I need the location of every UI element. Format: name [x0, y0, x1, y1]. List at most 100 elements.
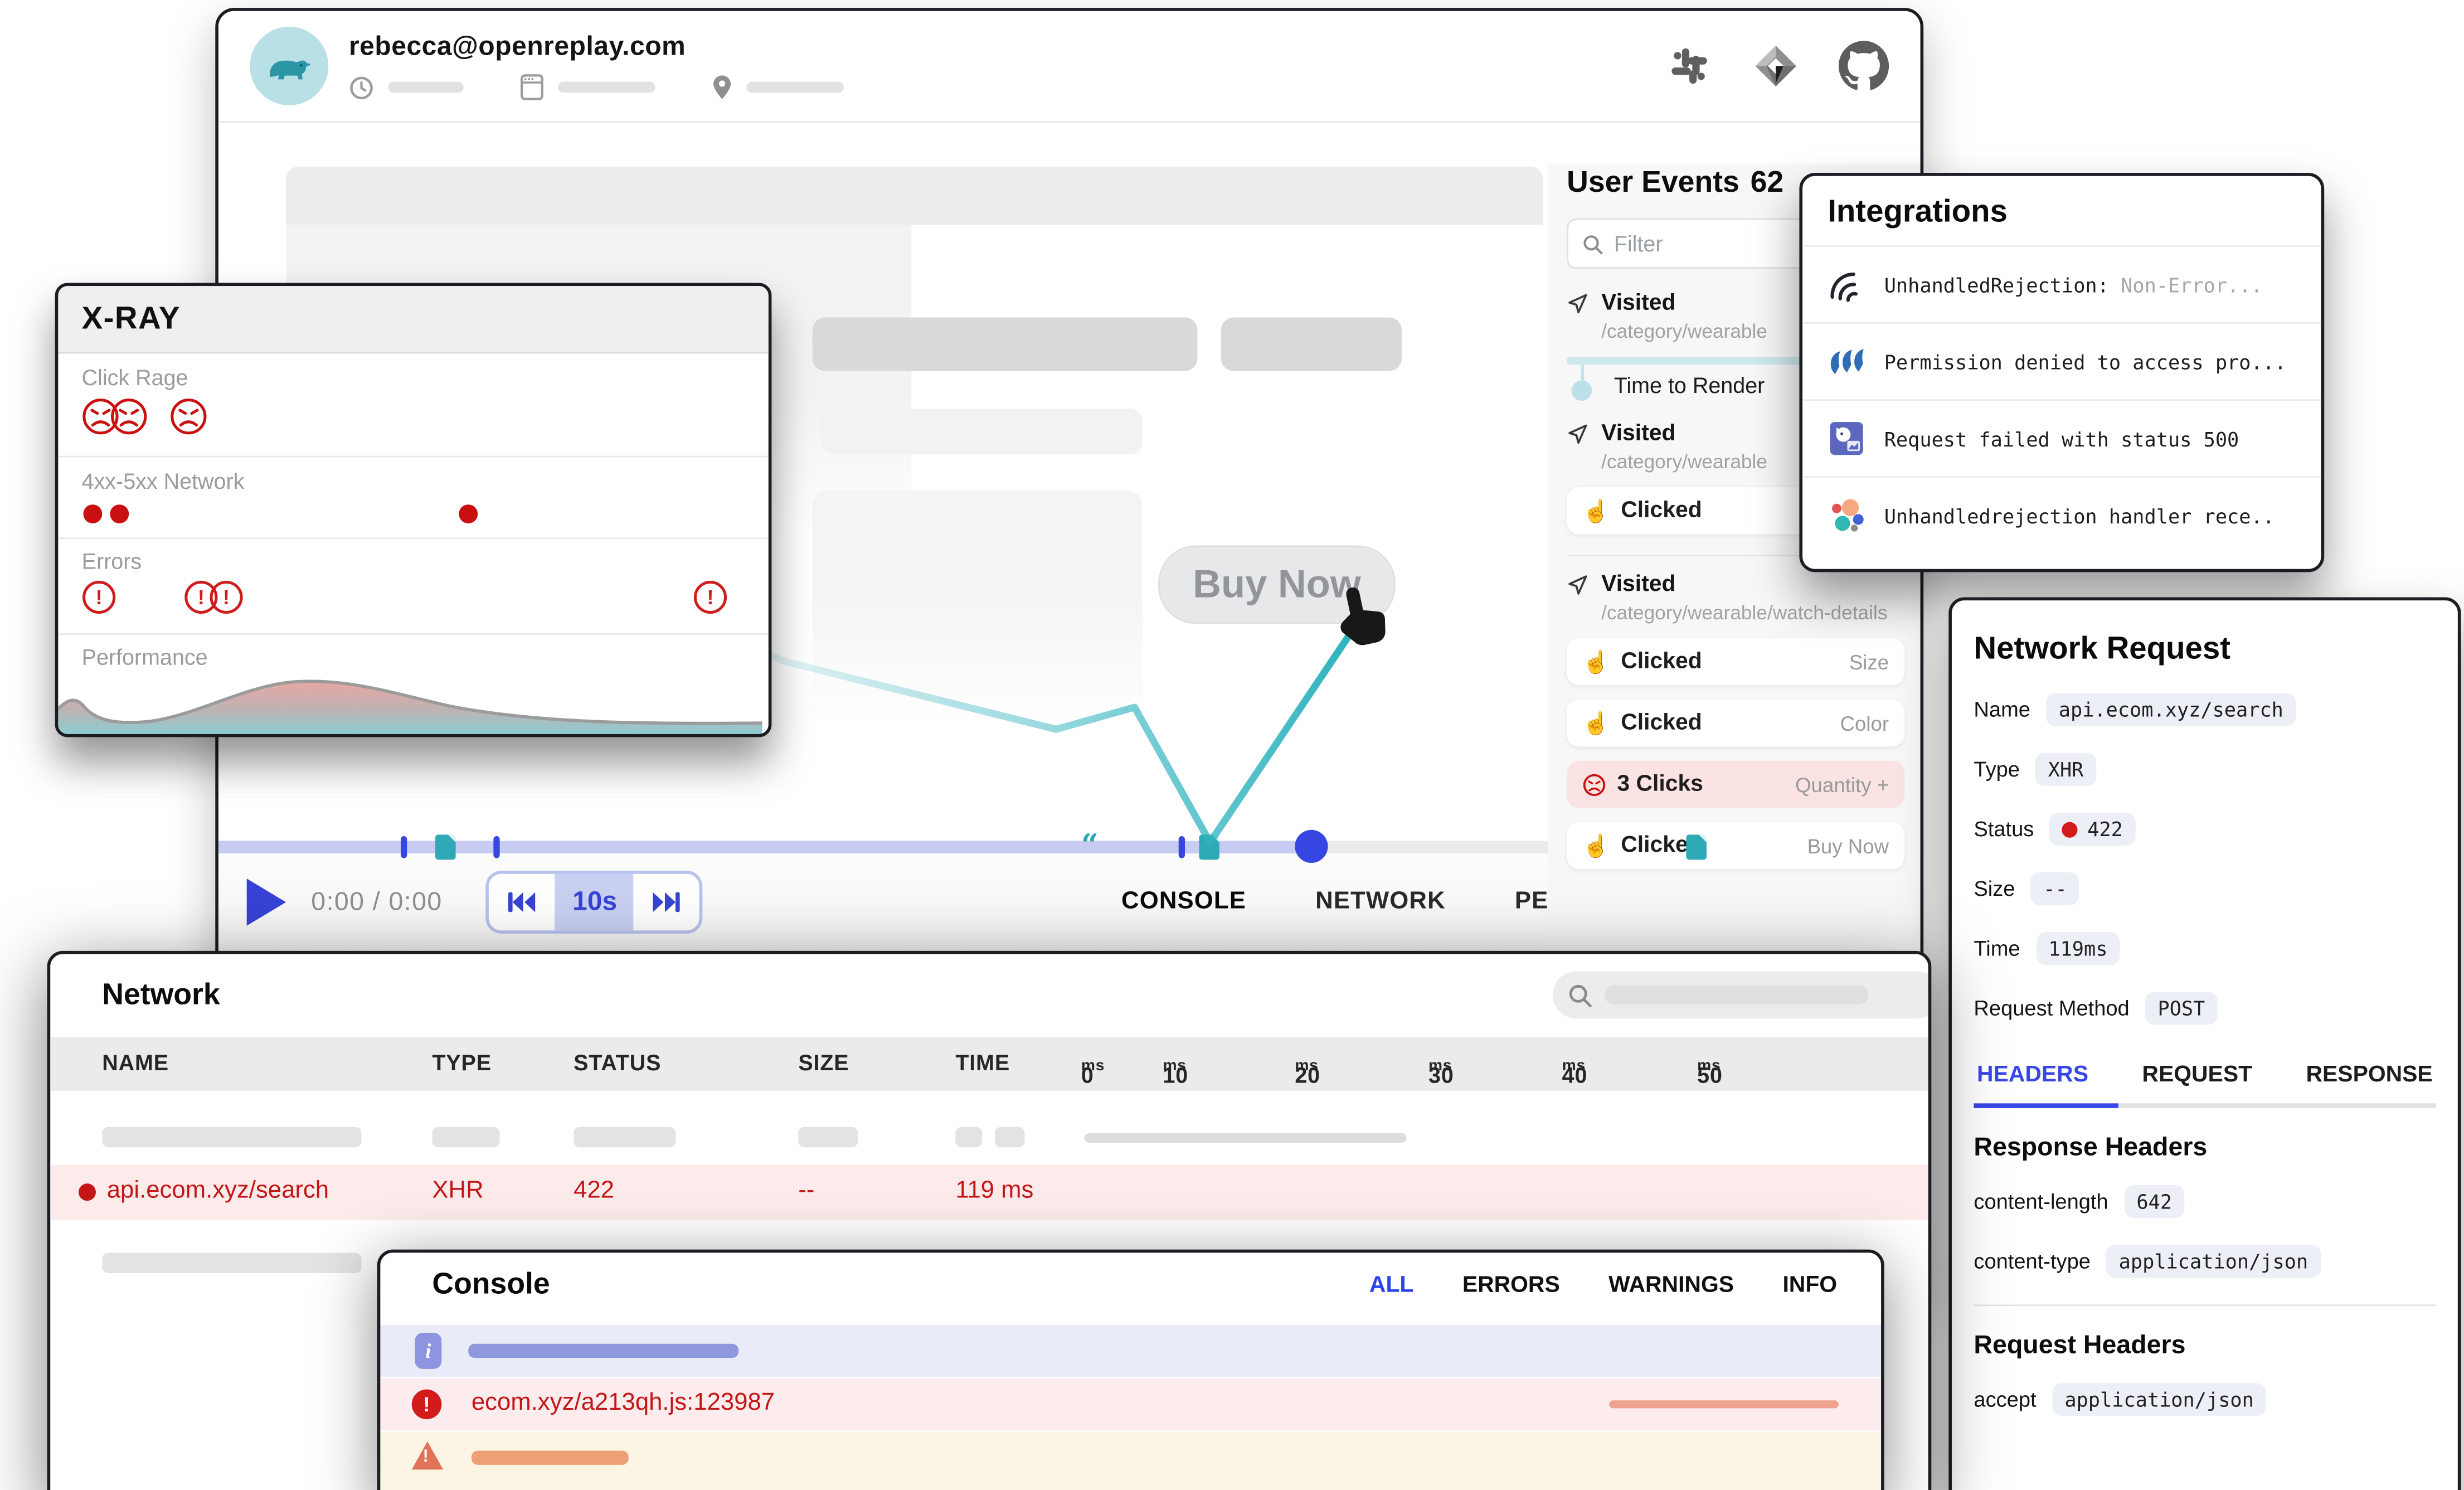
event-target: Size [1849, 650, 1889, 673]
skip-interval-button[interactable]: 10s [556, 874, 634, 931]
col-name[interactable]: NAME [102, 1050, 169, 1075]
tab-all[interactable]: ALL [1369, 1273, 1413, 1298]
error-placeholder-bar [1609, 1400, 1839, 1408]
console-tabs: ALL ERRORS WARNINGS INFO [1369, 1273, 1837, 1298]
time-to-render-node [1567, 365, 1607, 405]
network-request-title: Network Request [1974, 632, 2436, 668]
elastic-icon [1828, 497, 1865, 535]
timeline-event-tick[interactable] [493, 836, 499, 858]
field-value-chip: 119ms [2036, 932, 2120, 965]
tab-warnings[interactable]: WARNINGS [1608, 1273, 1734, 1298]
pointer-icon: ☝ [1582, 712, 1610, 734]
field-name: Name api.ecom.xyz/search [1974, 693, 2436, 726]
network-row-placeholder[interactable] [50, 1110, 1928, 1165]
tab-console[interactable]: CONSOLE [1121, 888, 1246, 916]
network-error-dot[interactable] [459, 504, 478, 523]
warning-placeholder-bar [472, 1450, 629, 1464]
navigate-icon [1567, 292, 1588, 314]
tab-headers[interactable]: HEADERS [1977, 1062, 2088, 1088]
search-icon [1582, 234, 1603, 254]
col-type[interactable]: TYPE [432, 1050, 491, 1075]
tab-errors[interactable]: ERRORS [1462, 1273, 1560, 1298]
timeline-event-tick[interactable] [1179, 836, 1185, 858]
console-row-error[interactable]: ! ecom.xyz/a213qh.js:123987 [380, 1379, 1881, 1430]
timeline-event-tick[interactable] [401, 836, 407, 858]
section-divider [1974, 1304, 2436, 1306]
integration-message: Unhandledrejection handler rece.. [1884, 504, 2275, 527]
event-rage-label: 3 Clicks [1617, 771, 1703, 797]
network-row-error[interactable]: api.ecom.xyz/search XHR 422 -- 119 ms [50, 1164, 1928, 1220]
integrations-title: Integrations [1802, 176, 2321, 245]
xray-network-label: 4xx-5xx Network [82, 468, 245, 493]
network-search-input[interactable] [1553, 972, 1932, 1019]
field-value-chip: 422 [2050, 813, 2136, 846]
error-icons: !!!! [82, 579, 745, 617]
tab-network[interactable]: NETWORK [1315, 888, 1446, 916]
console-panel: Console ALL ERRORS WARNINGS INFO i ! eco… [377, 1250, 1884, 1490]
datadog-icon [1828, 420, 1865, 458]
console-title: Console [432, 1268, 550, 1303]
field-value-chip: POST [2145, 992, 2218, 1025]
timeline-doc-marker[interactable] [1686, 834, 1707, 860]
network-error-dot[interactable] [110, 504, 129, 523]
header-value-chip: application/json [2106, 1245, 2321, 1278]
tab-request[interactable]: REQUEST [2142, 1062, 2252, 1088]
waterfall-tick: 40ms [1562, 1050, 1586, 1075]
field-method: Request Method POST [1974, 992, 2436, 1025]
integration-item-bugsnag[interactable]: Permission denied to access pro... [1802, 322, 2321, 399]
svg-text:!: ! [707, 586, 713, 609]
skip-controls: 10s [487, 871, 703, 934]
svg-text:!: ! [198, 586, 205, 609]
field-time: Time 119ms [1974, 932, 2436, 965]
svg-text:!: ! [96, 586, 103, 609]
timeline-doc-marker[interactable] [1199, 834, 1219, 860]
skip-interval-label: 10s [572, 886, 617, 918]
col-time[interactable]: TIME [955, 1050, 1010, 1075]
skip-forward-button[interactable] [634, 874, 700, 931]
page-skeleton-badge-bar [1221, 318, 1402, 371]
integration-item-datadog[interactable]: Request failed with status 500 [1802, 399, 2321, 476]
filter-placeholder: Filter [1614, 231, 1663, 256]
timeline-quote-marker[interactable]: “ [1081, 828, 1099, 863]
event-clicked-label: Clicked [1621, 649, 1702, 674]
waterfall-tick: 50ms [1697, 1050, 1721, 1075]
integration-item-elastic[interactable]: Unhandledrejection handler rece.. [1802, 476, 2321, 553]
screenshot-stage: rebecca@openreplay.com [0, 0, 2464, 1490]
waterfall-tick: 30ms [1428, 1050, 1452, 1075]
field-value-chip: api.ecom.xyz/search [2046, 693, 2296, 726]
event-clicked-size[interactable]: ☝ Clicked Size [1567, 638, 1904, 686]
user-events-count: 62 [1751, 167, 1784, 201]
integration-item-sentry[interactable]: UnhandledRejection: Non-Error... [1802, 245, 2321, 322]
header-accept: accept application/json [1974, 1383, 2436, 1416]
avatar [250, 27, 328, 105]
tab-response[interactable]: RESPONSE [2306, 1062, 2432, 1088]
angry-face-icon [1582, 773, 1606, 796]
event-clicked-buynow[interactable]: ☝ Clicked Buy Now [1567, 822, 1904, 870]
event-target: Quantity + [1795, 773, 1889, 796]
event-visited-3[interactable]: Visited /category/wearable/watch-details [1567, 572, 1904, 624]
header-key: content-length [1974, 1190, 2108, 1213]
response-headers-title: Response Headers [1974, 1133, 2436, 1163]
field-size: Size -- [1974, 872, 2436, 905]
slack-icon[interactable] [1666, 42, 1713, 90]
sentry-icon [1828, 266, 1865, 304]
github-icon[interactable] [1839, 41, 1889, 91]
play-button[interactable] [247, 879, 286, 926]
event-clicked-label: Clicked [1621, 710, 1702, 735]
skip-back-button[interactable] [489, 874, 555, 931]
event-rage-clicks[interactable]: 3 Clicks Quantity + [1567, 761, 1904, 808]
integrations-panel: Integrations UnhandledRejection: Non-Err… [1799, 173, 2324, 572]
col-status[interactable]: STATUS [574, 1050, 661, 1075]
timeline-playhead[interactable] [1295, 830, 1328, 863]
jira-icon[interactable] [1751, 41, 1801, 91]
event-clicked-color[interactable]: ☝ Clicked Color [1567, 700, 1904, 747]
network-panel-title: Network [102, 979, 220, 1014]
duration-placeholder [388, 82, 463, 93]
console-row-warning[interactable] [380, 1432, 1881, 1490]
request-detail-tabs: HEADERS REQUEST RESPONSE [1977, 1062, 2433, 1088]
network-error-dot[interactable] [83, 504, 102, 523]
timeline-doc-marker[interactable] [435, 834, 456, 860]
col-size[interactable]: SIZE [798, 1050, 849, 1075]
console-row-info[interactable]: i [380, 1325, 1881, 1377]
tab-info[interactable]: INFO [1782, 1273, 1837, 1298]
